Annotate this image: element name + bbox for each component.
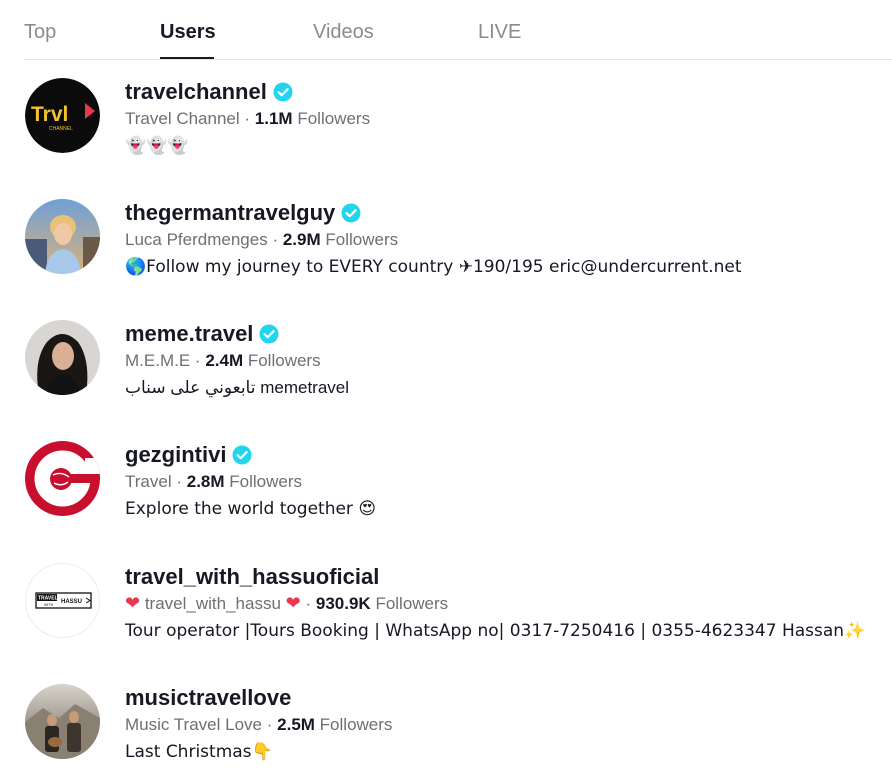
avatar[interactable]: Trvl CHANNEL — [25, 78, 100, 153]
tabs-divider — [24, 59, 892, 60]
svg-text:TRAVEL: TRAVEL — [38, 596, 58, 602]
svg-text:WITH: WITH — [44, 603, 54, 607]
tab-users[interactable]: Users — [160, 21, 216, 44]
travel-channel-logo: Trvl CHANNEL — [25, 78, 100, 153]
user-subtitle: Luca Pferdmenges · 2.9M Followers — [125, 228, 742, 252]
avatar[interactable]: TRAVEL WITH HASSU — [25, 563, 100, 638]
username[interactable]: meme.travel — [125, 321, 253, 347]
follower-count: 1.1M — [254, 109, 293, 128]
user-result-gezgintivi[interactable]: gezgintivi Travel · 2.8M Followers Explo… — [24, 441, 884, 541]
avatar[interactable] — [25, 684, 100, 759]
username[interactable]: thegermantravelguy — [125, 200, 335, 226]
follower-count: 2.8M — [186, 472, 225, 491]
user-bio: Last Christmas👇 — [125, 742, 273, 762]
followers-label: Followers — [229, 472, 303, 491]
profile-photo — [25, 199, 100, 274]
user-subtitle: M.E.M.E · 2.4M Followers — [125, 349, 349, 373]
follower-count: 930.9K — [315, 594, 371, 613]
username[interactable]: travelchannel — [125, 79, 267, 105]
tab-videos[interactable]: Videos — [313, 21, 374, 44]
nickname: travel_with_hassu — [144, 594, 281, 613]
svg-text:Trvl: Trvl — [31, 103, 68, 126]
user-bio: 👻👻👻 — [125, 136, 189, 156]
heart-icon: ❤ — [125, 593, 141, 614]
nickname: Travel Channel — [125, 109, 240, 128]
followers-label: Followers — [325, 230, 399, 249]
svg-text:CHANNEL: CHANNEL — [49, 126, 73, 132]
user-subtitle: Travel · 2.8M Followers — [125, 470, 376, 494]
follower-count: 2.9M — [282, 230, 321, 249]
user-bio: Explore the world together 😍 — [125, 499, 377, 519]
verified-badge-icon — [232, 445, 252, 465]
nickname: M.E.M.E — [125, 351, 191, 370]
follower-count: 2.5M — [277, 715, 315, 734]
username[interactable]: gezgintivi — [125, 442, 226, 468]
user-bio: تابعوني على سناب memetravel — [125, 378, 350, 397]
user-result-thegermantravelguy[interactable]: thegermantravelguy Luca Pferdmenges · 2.… — [24, 199, 884, 299]
followers-label: Followers — [297, 109, 371, 128]
travel-with-hassu-logo: TRAVEL WITH HASSU — [26, 564, 99, 637]
followers-label: Followers — [319, 715, 393, 734]
separator: · — [194, 351, 201, 370]
user-info: gezgintivi Travel · 2.8M Followers Explo… — [125, 441, 376, 521]
verified-badge-icon — [341, 203, 361, 223]
user-info: travel_with_hassuoficial ❤ travel_with_h… — [125, 563, 865, 643]
user-result-travelchannel[interactable]: Trvl CHANNEL travelchannel Travel Channe… — [24, 78, 884, 178]
user-info: musictravellove Music Travel Love · 2.5M… — [125, 684, 392, 764]
tab-live[interactable]: LIVE — [478, 21, 521, 44]
avatar[interactable] — [25, 320, 100, 395]
user-info: travelchannel Travel Channel · 1.1M Foll… — [125, 78, 370, 158]
verified-badge-icon — [259, 324, 279, 344]
user-subtitle: Music Travel Love · 2.5M Followers — [125, 713, 392, 737]
separator: · — [305, 594, 312, 613]
avatar[interactable] — [25, 199, 100, 274]
username[interactable]: musictravellove — [125, 685, 291, 711]
tab-top[interactable]: Top — [24, 21, 56, 44]
search-tabs: Top Users Videos LIVE — [0, 0, 892, 60]
user-subtitle: Travel Channel · 1.1M Followers — [125, 107, 370, 131]
profile-photo — [25, 684, 100, 759]
user-result-musictravellove[interactable]: musictravellove Music Travel Love · 2.5M… — [24, 684, 884, 784]
nickname: Music Travel Love — [125, 715, 262, 734]
verified-badge-icon — [273, 82, 293, 102]
separator: · — [272, 230, 279, 249]
user-bio: 🌎Follow my journey to EVERY country ✈190… — [125, 257, 742, 277]
avatar[interactable] — [25, 441, 100, 516]
user-result-meme-travel[interactable]: meme.travel M.E.M.E · 2.4M Followers تاب… — [24, 320, 884, 420]
user-info: meme.travel M.E.M.E · 2.4M Followers تاب… — [125, 320, 349, 400]
user-subtitle: ❤ travel_with_hassu ❤ · 930.9K Followers — [125, 592, 865, 616]
profile-photo — [25, 320, 100, 395]
user-bio: Tour operator |Tours Booking | WhatsApp … — [125, 621, 866, 641]
nickname: Travel — [125, 472, 172, 491]
nickname: Luca Pferdmenges — [125, 230, 268, 249]
user-info: thegermantravelguy Luca Pferdmenges · 2.… — [125, 199, 742, 279]
separator: · — [244, 109, 251, 128]
gezgintivi-logo — [25, 441, 100, 516]
followers-label: Followers — [375, 594, 449, 613]
followers-label: Followers — [247, 351, 321, 370]
separator: · — [176, 472, 183, 491]
username[interactable]: travel_with_hassuoficial — [125, 564, 379, 590]
svg-text:HASSU: HASSU — [61, 599, 82, 605]
user-result-travel-with-hassuoficial[interactable]: TRAVEL WITH HASSU travel_with_hassuofici… — [24, 563, 884, 663]
separator: · — [266, 715, 273, 734]
follower-count: 2.4M — [205, 351, 244, 370]
heart-icon: ❤ — [285, 593, 301, 614]
